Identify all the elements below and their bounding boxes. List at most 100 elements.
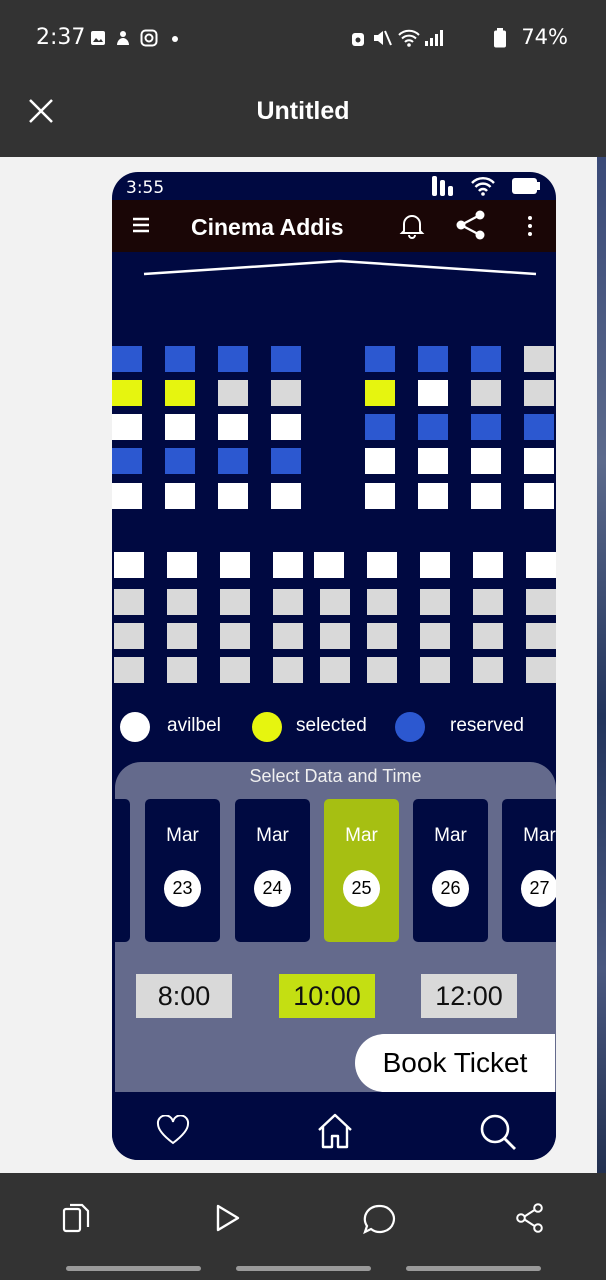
seat[interactable]	[420, 589, 450, 615]
seat-reserved	[365, 346, 395, 372]
book-ticket-button[interactable]: Book Ticket	[355, 1034, 555, 1092]
search-icon[interactable]	[478, 1112, 518, 1152]
seat-available[interactable]	[167, 552, 197, 578]
seat[interactable]	[320, 589, 350, 615]
seat[interactable]	[220, 589, 250, 615]
time-option-selected[interactable]: 10:00	[279, 974, 375, 1018]
seat-available[interactable]	[165, 483, 195, 509]
seat-available[interactable]	[471, 483, 501, 509]
seat[interactable]	[526, 657, 556, 683]
seat-available[interactable]	[165, 414, 195, 440]
viewer-top-bar: Untitled	[0, 76, 606, 156]
date-card[interactable]: Mar 23	[145, 799, 220, 942]
seat-available[interactable]	[112, 414, 142, 440]
seat[interactable]	[167, 623, 197, 649]
date-day: 24	[254, 870, 291, 907]
seat[interactable]	[220, 623, 250, 649]
seat-available[interactable]	[218, 414, 248, 440]
seat-available[interactable]	[418, 380, 448, 406]
seat-reserved	[218, 346, 248, 372]
date-month: Mar	[345, 825, 378, 846]
viewer-bottom-bar	[0, 1173, 606, 1280]
seat-available[interactable]	[365, 448, 395, 474]
copy-icon[interactable]	[62, 1203, 90, 1235]
date-month: Mar	[256, 825, 289, 846]
seat-available[interactable]	[524, 448, 554, 474]
seat[interactable]	[114, 589, 144, 615]
seat[interactable]	[524, 380, 554, 406]
seat[interactable]	[218, 380, 248, 406]
seat[interactable]	[367, 589, 397, 615]
status-time: 2:37	[36, 25, 86, 50]
seat-available[interactable]	[314, 552, 344, 578]
seat-available[interactable]	[218, 483, 248, 509]
seat-available[interactable]	[273, 552, 303, 578]
seat[interactable]	[473, 657, 503, 683]
status-bar: 2:37 74%	[0, 0, 606, 76]
seat-available[interactable]	[524, 483, 554, 509]
favorites-heart-icon[interactable]	[156, 1115, 190, 1145]
seat[interactable]	[526, 623, 556, 649]
seat-available[interactable]	[420, 552, 450, 578]
seat[interactable]	[473, 589, 503, 615]
seat-available[interactable]	[471, 448, 501, 474]
seat[interactable]	[167, 589, 197, 615]
seat-reserved	[418, 414, 448, 440]
seat[interactable]	[526, 589, 556, 615]
home-icon[interactable]	[316, 1112, 354, 1150]
date-day: 27	[521, 870, 556, 907]
seat-available[interactable]	[526, 552, 556, 578]
seat-reserved	[112, 448, 142, 474]
seat[interactable]	[320, 623, 350, 649]
seat-reserved	[418, 346, 448, 372]
seat-available[interactable]	[367, 552, 397, 578]
seat[interactable]	[220, 657, 250, 683]
seat[interactable]	[114, 657, 144, 683]
seat-available[interactable]	[271, 483, 301, 509]
seat-selected[interactable]	[165, 380, 195, 406]
seat[interactable]	[114, 623, 144, 649]
seat-available[interactable]	[473, 552, 503, 578]
seat-selected[interactable]	[112, 380, 142, 406]
seat[interactable]	[273, 657, 303, 683]
date-month: Mar	[523, 825, 556, 846]
date-card-selected[interactable]: Mar 25	[324, 799, 399, 942]
gallery-notification-icon	[90, 30, 106, 46]
share-icon[interactable]	[516, 1203, 544, 1233]
seat-available[interactable]	[365, 483, 395, 509]
seat-available[interactable]	[271, 414, 301, 440]
date-day: 26	[432, 870, 469, 907]
seat[interactable]	[167, 657, 197, 683]
seat[interactable]	[367, 657, 397, 683]
seat-available[interactable]	[418, 448, 448, 474]
seat-reserved	[165, 346, 195, 372]
adjacent-frame-edge	[597, 157, 606, 1173]
signal-icon	[424, 29, 444, 47]
battery-percentage: 74%	[521, 25, 568, 49]
date-card[interactable]: Mar 24	[235, 799, 310, 942]
seat-available[interactable]	[112, 483, 142, 509]
seat-reserved	[471, 346, 501, 372]
time-option[interactable]: 12:00	[421, 974, 517, 1018]
date-card-previous[interactable]	[112, 799, 130, 942]
seat[interactable]	[471, 380, 501, 406]
seat[interactable]	[273, 589, 303, 615]
seat[interactable]	[473, 623, 503, 649]
seat[interactable]	[273, 623, 303, 649]
reserved-legend-label: reserved	[450, 715, 524, 736]
time-option[interactable]: 8:00	[136, 974, 232, 1018]
comment-icon[interactable]	[362, 1203, 396, 1235]
play-icon[interactable]	[214, 1204, 240, 1232]
seat-available[interactable]	[220, 552, 250, 578]
date-card[interactable]: Mar 27	[502, 799, 556, 942]
seat[interactable]	[367, 623, 397, 649]
seat[interactable]	[320, 657, 350, 683]
seat-available[interactable]	[114, 552, 144, 578]
seat-available[interactable]	[418, 483, 448, 509]
date-card[interactable]: Mar 26	[413, 799, 488, 942]
seat[interactable]	[271, 380, 301, 406]
seat[interactable]	[420, 657, 450, 683]
seat-selected[interactable]	[365, 380, 395, 406]
seat[interactable]	[420, 623, 450, 649]
seat[interactable]	[524, 346, 554, 372]
